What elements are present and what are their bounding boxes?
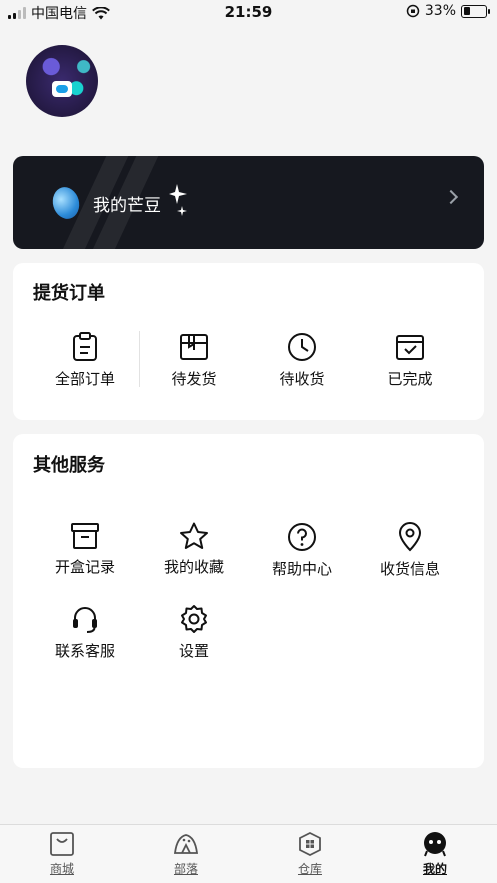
tab-mine-label: 我的 (422, 862, 447, 876)
check-box-icon (396, 335, 424, 360)
headset-icon (73, 607, 97, 633)
clock-icon (288, 333, 316, 361)
services-title: 其他服务 (33, 455, 105, 476)
avatar-badge (52, 81, 72, 97)
divider (139, 331, 140, 387)
help-center-button[interactable]: 帮助中心 (252, 522, 352, 579)
unbox-records-button[interactable]: 开盒记录 (35, 522, 135, 577)
battery-fill (463, 7, 471, 15)
unbox-records-label: 开盒记录 (54, 558, 115, 576)
my-favorites-label: 我的收藏 (163, 558, 224, 576)
my-mango-beans-label: 我的芒豆 (93, 196, 161, 216)
package-icon (180, 334, 208, 360)
orders-card: 提货订单 全部订单 待发货 待收货 已完成 (13, 263, 484, 420)
gear-icon (181, 605, 207, 633)
star-icon (180, 522, 208, 549)
order-pending-shipment-button[interactable]: 待发货 (144, 332, 244, 389)
tab-tribe-label: 部落 (173, 862, 198, 876)
tab-mall[interactable]: 商城 (22, 831, 102, 877)
location-pin-icon (398, 522, 422, 552)
archive-box-icon (71, 523, 99, 549)
warehouse-icon (299, 831, 321, 857)
shipping-info-label: 收货信息 (379, 560, 440, 578)
rotation-lock-icon (406, 4, 420, 18)
bottom-tab-bar: 商城 部落 仓库 我的 (0, 824, 497, 883)
tent-icon (173, 834, 199, 854)
tab-warehouse-label: 仓库 (297, 862, 322, 876)
order-all-button[interactable]: 全部订单 (35, 332, 135, 389)
help-center-label: 帮助中心 (271, 560, 332, 578)
settings-button[interactable]: 设置 (144, 604, 244, 661)
clipboard-icon (73, 332, 97, 361)
orders-title: 提货订单 (33, 283, 105, 304)
tab-tribe[interactable]: 部落 (146, 831, 226, 877)
order-pending-receipt-button[interactable]: 待收货 (252, 332, 352, 389)
battery-icon (461, 4, 490, 18)
my-favorites-button[interactable]: 我的收藏 (144, 522, 244, 577)
services-card: 其他服务 开盒记录 我的收藏 帮助中心 收货信息 联系客服 设置 (13, 434, 484, 768)
chevron-right-icon (443, 189, 459, 205)
order-all-label: 全部订单 (54, 370, 115, 388)
battery-percent: 33% (424, 3, 456, 19)
status-right: 33% (406, 3, 490, 19)
tab-warehouse[interactable]: 仓库 (270, 831, 350, 877)
sparkle-icon (169, 184, 187, 216)
order-completed-button[interactable]: 已完成 (360, 332, 460, 389)
avatar[interactable] (26, 45, 98, 117)
shipping-info-button[interactable]: 收货信息 (360, 522, 460, 579)
order-pending-shipment-label: 待发货 (171, 370, 217, 388)
order-pending-receipt-label: 待收货 (279, 370, 325, 388)
shopping-bag-icon (50, 832, 74, 856)
order-completed-label: 已完成 (387, 370, 433, 388)
profile-face-icon (424, 832, 446, 857)
my-mango-beans-card[interactable]: 我的芒豆 (13, 156, 484, 249)
settings-label: 设置 (178, 642, 209, 660)
contact-support-label: 联系客服 (54, 642, 115, 660)
help-circle-icon (288, 523, 316, 551)
contact-support-button[interactable]: 联系客服 (35, 604, 135, 661)
status-bar: 中国电信 21:59 33% (0, 0, 497, 26)
tab-mine[interactable]: 我的 (395, 831, 475, 877)
tab-mall-label: 商城 (49, 862, 74, 876)
